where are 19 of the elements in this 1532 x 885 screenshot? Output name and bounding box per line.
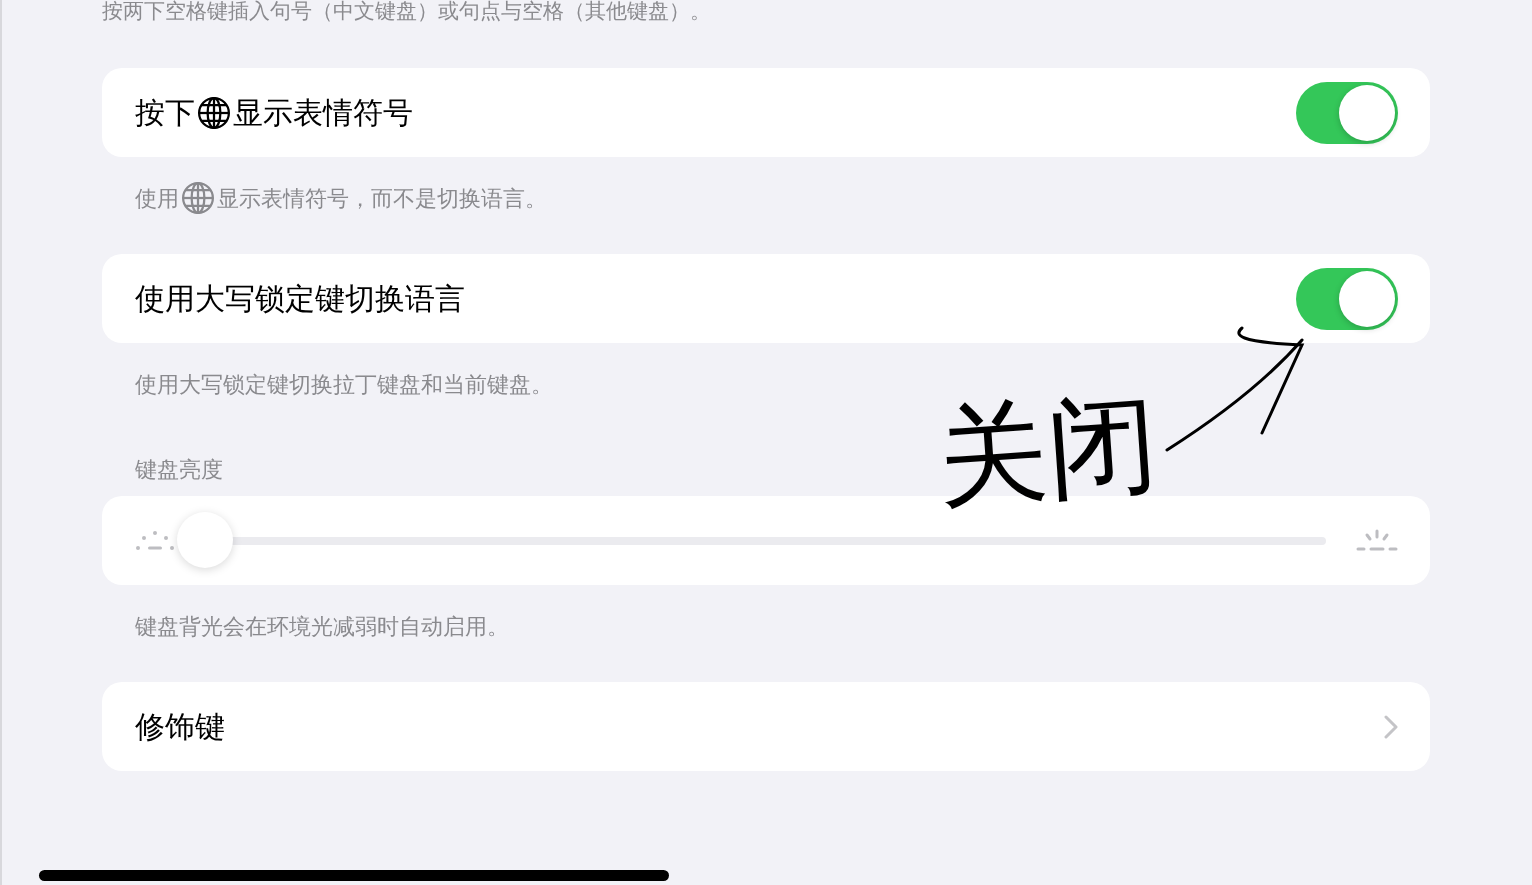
- globe-icon: [181, 181, 215, 215]
- footer-text: 显示表情符号，而不是切换语言。: [217, 184, 547, 213]
- chevron-right-icon: [1384, 714, 1398, 739]
- footer-text: 键盘背光会在环境光减弱时自动启用。: [135, 612, 509, 641]
- dim-brightness-icon: [135, 529, 175, 552]
- toggle-switch[interactable]: [1296, 267, 1398, 330]
- bright-brightness-icon: [1356, 528, 1398, 553]
- footer-text: 使用大写锁定键切换拉丁键盘和当前键盘。: [135, 370, 553, 399]
- footer-text: 按两下空格键插入句号（中文键盘）或句点与空格（其他键盘）。: [102, 0, 712, 22]
- setting-label: 显示表情符号: [233, 94, 413, 132]
- toggle-switch[interactable]: [1296, 81, 1398, 144]
- globe-icon: [197, 95, 231, 130]
- setting-label: 使用大写锁定键切换语言: [135, 280, 465, 318]
- footer-text: 使用: [135, 184, 179, 213]
- modifier-keys-row[interactable]: 修饰键: [102, 682, 1430, 771]
- setting-label: 按下: [135, 94, 195, 132]
- handwritten-note: 关闭: [933, 387, 1161, 513]
- slider-thumb[interactable]: [177, 511, 233, 568]
- setting-label: 修饰键: [135, 708, 225, 746]
